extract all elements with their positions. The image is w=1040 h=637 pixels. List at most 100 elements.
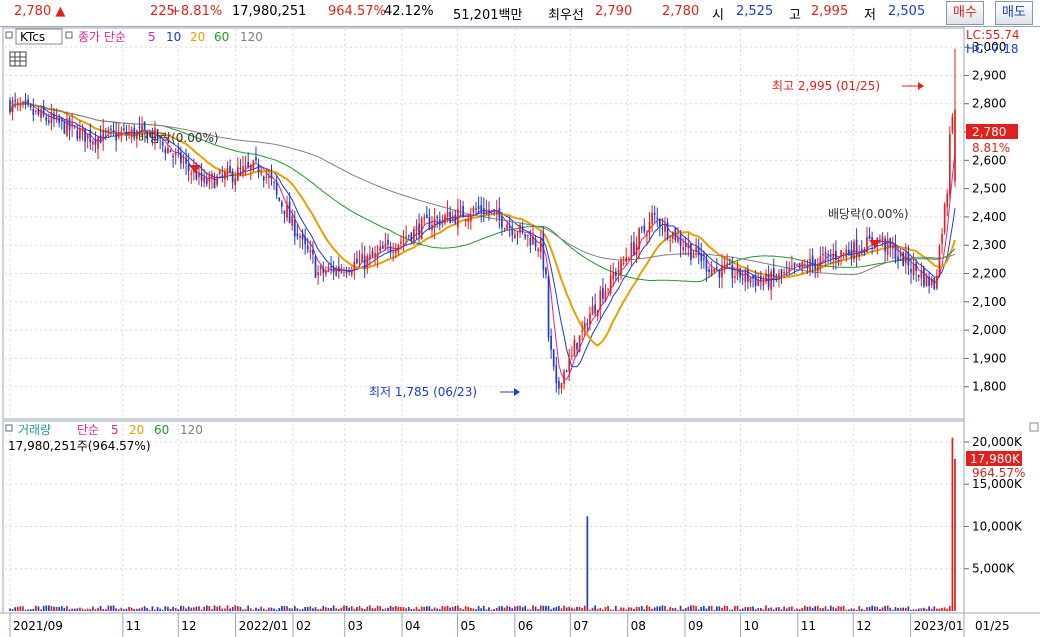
x-tick-label: 12 (181, 619, 196, 633)
volume-bar (79, 607, 81, 611)
candle-body (405, 236, 407, 238)
candle-body (304, 236, 307, 244)
volume-bar (656, 606, 659, 611)
candle-body (506, 224, 508, 231)
volume-bar (658, 606, 661, 611)
candle-body (164, 149, 167, 153)
candle-body (604, 290, 607, 302)
volume-bar (446, 605, 449, 611)
candle-body (661, 227, 664, 229)
candle-body (703, 258, 705, 260)
candle-body (400, 241, 402, 244)
candle-body (104, 130, 107, 132)
low-annotation: 최저 1,785 (06/23) (369, 385, 477, 399)
chart-area[interactable]: 1,800 1,900 2,000 2,100 2,200 2,300 2,400 2,500… (0, 27, 1040, 637)
volume-bar (356, 607, 358, 611)
candle-body (407, 235, 410, 237)
volume-bar (589, 609, 591, 611)
candle-body (780, 269, 783, 275)
volume-bar (35, 605, 37, 611)
volume-bar (457, 605, 459, 611)
candle-body (477, 206, 480, 209)
candle-body (128, 133, 130, 136)
candle-body (677, 237, 679, 242)
close-icon[interactable] (1029, 422, 1039, 432)
volume-bar (71, 608, 73, 611)
table-icon[interactable] (9, 51, 27, 67)
open-label: 시 (712, 8, 724, 23)
candle-body (123, 128, 125, 130)
volume-bar (16, 606, 19, 611)
candle-body (252, 160, 255, 169)
volume-bar (643, 609, 646, 611)
candle-body (485, 209, 488, 213)
candle-body (837, 259, 840, 263)
volume-bar (268, 607, 270, 611)
candle-body (635, 245, 638, 256)
current-price-tag-text: 2,780 (972, 125, 1006, 139)
volume-bar (252, 609, 255, 611)
volume-bar (29, 609, 32, 611)
candle-body (138, 126, 141, 128)
volume-bar (407, 606, 410, 611)
volume-bar (710, 605, 713, 611)
buy-button[interactable]: 매수 (946, 1, 984, 25)
lc-label: LC:55.74 (966, 28, 1019, 42)
volume-bar (125, 608, 128, 611)
candle-body (757, 279, 760, 286)
volume-bar (835, 608, 837, 611)
volume-legend-ma5: 5 (111, 423, 119, 437)
candle-body (327, 267, 330, 270)
volume-bar (148, 609, 151, 611)
candle-body (260, 172, 262, 174)
candle-body (397, 244, 400, 252)
volume-bar (578, 606, 581, 611)
candle-body (459, 207, 462, 209)
candle-body (772, 267, 775, 278)
volume-bar (708, 606, 710, 611)
volume-bar (405, 608, 407, 611)
low-price: 2,505 (888, 4, 926, 19)
volume-bar (785, 608, 788, 611)
candle-body (358, 260, 361, 262)
volume-bar (451, 607, 454, 611)
volume-bar (824, 606, 827, 611)
volume-pct-tag: 964.57% (972, 466, 1025, 480)
candle-body (656, 217, 659, 219)
volume-bar (547, 606, 550, 611)
candle-body (739, 267, 741, 278)
volume-legend-title: 거래량 (18, 423, 51, 437)
volume-bar (19, 606, 22, 611)
x-tick-label: 03 (348, 619, 363, 633)
volume-bar (679, 605, 682, 611)
sell-button[interactable]: 매도 (995, 1, 1033, 25)
volume-bar (418, 609, 420, 611)
candle-body (765, 273, 767, 282)
volume-bar (358, 606, 361, 611)
volume-bar (912, 609, 915, 611)
candle-body (521, 226, 524, 232)
candle-body (410, 233, 413, 242)
volume-bar (666, 609, 669, 611)
x-tick-label: 11 (126, 619, 141, 633)
volume-bar (638, 607, 640, 611)
volume-toggle-icon[interactable] (5, 424, 13, 432)
volume-bar (923, 607, 925, 611)
candle-body (394, 249, 397, 254)
candle-body (234, 178, 237, 185)
volume-bar (262, 608, 265, 611)
candle-body (218, 170, 221, 175)
candle-body (633, 241, 635, 255)
volume-bar (526, 609, 529, 611)
volume-bar (146, 607, 149, 611)
legend-toggle-icon[interactable] (65, 31, 73, 39)
candle-body (806, 266, 809, 269)
volume-bar (469, 607, 472, 611)
volume-bar (871, 605, 874, 611)
volume-bar (739, 609, 741, 611)
candle-body (169, 149, 172, 153)
panel-toggle-icon[interactable] (5, 31, 13, 39)
volume-bar (614, 605, 617, 611)
candle-body (213, 176, 216, 189)
candle-body (936, 275, 938, 289)
